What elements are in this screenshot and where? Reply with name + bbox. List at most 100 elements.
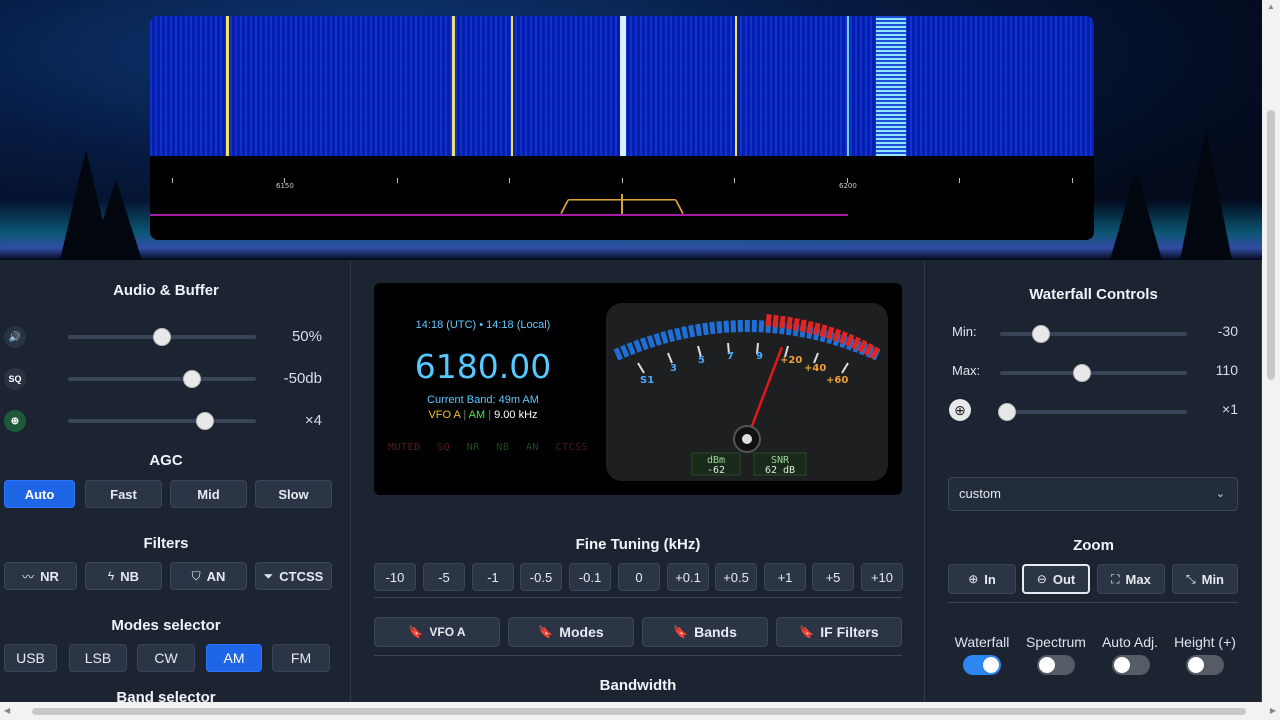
waterfall-canvas[interactable] bbox=[150, 16, 1094, 156]
bookmark-icon: 🔖 bbox=[673, 625, 689, 639]
height-toggle-label: Height (+) bbox=[1174, 634, 1236, 650]
status-flags: MUTED SQ NR NB AN CTCSS bbox=[388, 442, 598, 453]
status-nr: NR bbox=[466, 442, 480, 453]
slider-thumb[interactable] bbox=[196, 412, 215, 430]
tune-zero-button[interactable]: 0 bbox=[618, 563, 660, 591]
tune-plus-0-5-button[interactable]: +0.5 bbox=[715, 563, 757, 591]
toggle-knob bbox=[1114, 657, 1130, 673]
status-muted: MUTED bbox=[388, 442, 421, 453]
colormap-select[interactable]: custom ⌄ bbox=[948, 477, 1238, 511]
if-filters-bookmark-button[interactable]: 🔖 IF Filters bbox=[776, 617, 902, 647]
max-value: 110 bbox=[1215, 362, 1238, 378]
status-sq: SQ bbox=[437, 442, 451, 453]
meter-label-5: 5 bbox=[698, 355, 705, 366]
scale-tick bbox=[172, 178, 173, 183]
divider bbox=[374, 597, 902, 598]
zoom-max-button[interactable]: ⛶ Max bbox=[1097, 564, 1165, 594]
agc-slow-button[interactable]: Slow bbox=[255, 480, 332, 508]
waterfall-display[interactable]: 6150 6200 bbox=[150, 16, 1094, 240]
mode-cw-button[interactable]: CW bbox=[137, 644, 195, 672]
signal-trace bbox=[511, 16, 513, 156]
tune-plus-1-button[interactable]: +1 bbox=[764, 563, 806, 591]
waterfall-toggle-label: Waterfall bbox=[954, 634, 1010, 650]
slider-thumb[interactable] bbox=[153, 328, 171, 346]
middle-panel: 14:18 (UTC) • 14:18 (Local) 6180.00 Curr… bbox=[351, 260, 925, 702]
mode-lsb-button[interactable]: LSB bbox=[69, 644, 127, 672]
filter-nb-button[interactable]: ϟ NB bbox=[85, 562, 162, 590]
agc-mid-button[interactable]: Mid bbox=[170, 480, 247, 508]
mode-usb-button[interactable]: USB bbox=[4, 644, 57, 672]
filter-nr-button[interactable]: 〰 NR bbox=[4, 562, 77, 590]
auto-adjust-toggle-label: Auto Adj. bbox=[1101, 634, 1159, 650]
scroll-up-icon[interactable]: ▲ bbox=[1267, 2, 1275, 11]
horizontal-scrollbar[interactable]: ◀ ▶ bbox=[0, 702, 1280, 720]
min-slider-track[interactable] bbox=[1000, 332, 1187, 336]
signal-trace bbox=[735, 16, 737, 156]
max-slider-track[interactable] bbox=[1000, 371, 1187, 375]
auto-adjust-toggle[interactable] bbox=[1112, 655, 1150, 675]
bands-bookmark-button[interactable]: 🔖 Bands bbox=[642, 617, 768, 647]
slider-track[interactable] bbox=[68, 377, 256, 381]
filter-an-button[interactable]: ⛉ AN bbox=[170, 562, 247, 590]
slider-thumb[interactable] bbox=[183, 370, 202, 388]
buffer-icon[interactable]: ⊕ bbox=[4, 410, 26, 432]
clock-text: 14:18 (UTC) • 14:18 (Local) bbox=[415, 319, 551, 331]
tune-plus-0-1-button[interactable]: +0.1 bbox=[667, 563, 709, 591]
waterfall-controls-title: Waterfall Controls bbox=[1029, 286, 1158, 303]
tune-minus-0-1-button[interactable]: -0.1 bbox=[569, 563, 611, 591]
vertical-scrollbar[interactable]: ▲ bbox=[1262, 0, 1280, 702]
slider-track[interactable] bbox=[68, 419, 256, 423]
max-label: Max: bbox=[952, 363, 981, 378]
scroll-right-icon[interactable]: ▶ bbox=[1270, 706, 1276, 715]
zoom-min-button[interactable]: ⤡ Min bbox=[1172, 564, 1238, 594]
scale-tick bbox=[397, 178, 398, 183]
zoom-out-button[interactable]: ⊖ Out bbox=[1022, 564, 1090, 594]
spectrum-toggle[interactable] bbox=[1037, 655, 1075, 675]
vfo-a-bookmark-button[interactable]: 🔖 VFO A bbox=[374, 617, 500, 647]
max-slider-thumb[interactable] bbox=[1073, 364, 1092, 382]
min-slider-thumb[interactable] bbox=[1032, 325, 1051, 343]
tune-minus-10-button[interactable]: -10 bbox=[374, 563, 416, 591]
vfo-text: VFO A bbox=[428, 409, 461, 421]
filter-ctcss-button[interactable]: ⏷ CTCSS bbox=[255, 562, 332, 590]
tune-minus-0-5-button[interactable]: -0.5 bbox=[520, 563, 562, 591]
buffer-slider[interactable]: ⊕ ×4 bbox=[0, 406, 340, 436]
toggle-knob bbox=[1039, 657, 1055, 673]
speaker-icon[interactable]: 🔊 bbox=[4, 326, 26, 348]
vfo-info: VFO A | AM | 9.00 kHz bbox=[428, 409, 538, 421]
tuning-marker[interactable] bbox=[621, 194, 623, 214]
height-toggle[interactable] bbox=[1186, 655, 1224, 675]
zoom-slider-track[interactable] bbox=[1000, 410, 1187, 414]
zoom-label: Min bbox=[1201, 571, 1224, 587]
zoom-magnifier-icon[interactable]: ⊕ bbox=[949, 399, 971, 421]
volume-value: 50% bbox=[291, 328, 322, 345]
zoom-in-button[interactable]: ⊕ In bbox=[948, 564, 1016, 594]
zoom-slider-thumb[interactable] bbox=[998, 403, 1017, 421]
buffer-value: ×4 bbox=[304, 412, 322, 429]
modes-bookmark-button[interactable]: 🔖 Modes bbox=[508, 617, 634, 647]
waterfall-toggle[interactable] bbox=[963, 655, 1001, 675]
volume-slider[interactable]: 🔊 50% bbox=[0, 322, 340, 352]
mode-am-button[interactable]: AM bbox=[206, 644, 262, 672]
header-banner: 6150 6200 bbox=[0, 0, 1262, 260]
frequency-readout[interactable]: 6180.00 bbox=[374, 347, 592, 386]
tune-minus-5-button[interactable]: -5 bbox=[423, 563, 465, 591]
status-ctcss: CTCSS bbox=[555, 442, 589, 453]
frequency-scale[interactable]: 6150 6200 bbox=[150, 156, 1094, 240]
scroll-left-icon[interactable]: ◀ bbox=[4, 706, 10, 715]
tune-plus-5-button[interactable]: +5 bbox=[812, 563, 854, 591]
agc-fast-button[interactable]: Fast bbox=[85, 480, 162, 508]
tune-minus-1-button[interactable]: -1 bbox=[472, 563, 514, 591]
agc-auto-button[interactable]: Auto bbox=[4, 480, 75, 508]
status-nb: NB bbox=[496, 442, 510, 453]
meter-label-40: +40 bbox=[804, 363, 826, 374]
squelch-icon[interactable]: SQ bbox=[4, 368, 26, 390]
squelch-slider[interactable]: SQ -50db bbox=[0, 364, 340, 394]
bookmark-icon: 🔖 bbox=[408, 625, 424, 639]
mode-fm-button[interactable]: FM bbox=[272, 644, 330, 672]
vertical-scroll-thumb[interactable] bbox=[1267, 110, 1275, 380]
divider bbox=[374, 655, 902, 656]
tune-plus-10-button[interactable]: +10 bbox=[861, 563, 903, 591]
scale-tick bbox=[622, 178, 623, 183]
horizontal-scroll-thumb[interactable] bbox=[32, 708, 1246, 715]
